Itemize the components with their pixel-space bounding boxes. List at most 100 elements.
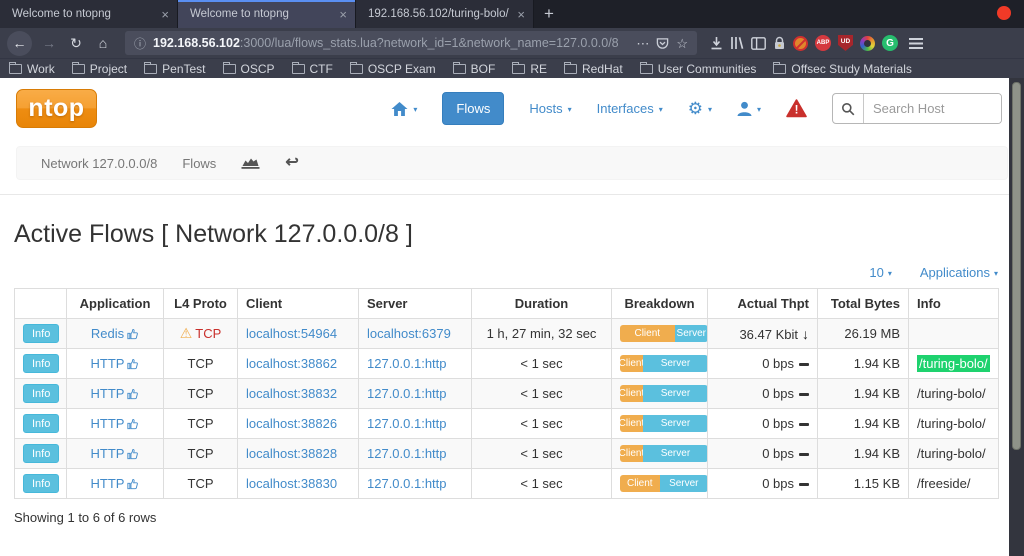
duration: < 1 sec xyxy=(472,469,612,499)
bookmarks-bar: Work Project PenTest OSCP CTF OSCP Exam … xyxy=(0,58,1024,78)
client-link[interactable]: localhost:38862 xyxy=(246,356,337,371)
col-info[interactable]: Info xyxy=(909,289,999,319)
flow-info-button[interactable]: Info xyxy=(23,384,59,403)
browser-tab-2-active[interactable]: Welcome to ntopng × xyxy=(178,0,356,28)
bookmark-folder-redhat[interactable]: RedHat xyxy=(564,62,623,76)
bookmark-folder-work[interactable]: Work xyxy=(9,62,55,76)
breadcrumb-network[interactable]: Network 127.0.0.0/8 xyxy=(41,156,157,171)
total-bytes: 26.19 MB xyxy=(818,319,909,349)
client-link[interactable]: localhost:38832 xyxy=(246,386,337,401)
tab-close-icon[interactable]: × xyxy=(339,8,347,21)
adblock-plus-icon[interactable]: ABP xyxy=(815,35,831,51)
application-link[interactable]: HTTP xyxy=(91,446,125,461)
bookmark-folder-project[interactable]: Project xyxy=(72,62,127,76)
bookmark-folder-oscp-exam[interactable]: OSCP Exam xyxy=(350,62,436,76)
nav-home[interactable]: ▾ xyxy=(391,102,417,116)
download-icon[interactable] xyxy=(710,36,723,50)
application-link[interactable]: HTTP xyxy=(91,386,125,401)
alerts-warning-icon[interactable]: ! xyxy=(786,99,807,118)
nav-admin[interactable]: ▾ xyxy=(737,101,761,116)
browser-tab-1[interactable]: Welcome to ntopng × xyxy=(0,0,178,28)
col-duration[interactable]: Duration xyxy=(472,289,612,319)
client-segment: Client xyxy=(620,445,643,462)
application-link[interactable]: HTTP xyxy=(91,476,125,491)
client-link[interactable]: localhost:38830 xyxy=(246,476,337,491)
col-l4-proto[interactable]: L4 Proto xyxy=(164,289,238,319)
thumbs-up-icon xyxy=(127,418,139,430)
server-link[interactable]: 127.0.0.1:http xyxy=(367,356,447,371)
header-divider xyxy=(0,194,1024,195)
lock-extension-icon[interactable] xyxy=(773,36,786,50)
page-title: Active Flows [ Network 127.0.0.0/8 ] xyxy=(14,220,1024,249)
pocket-icon[interactable] xyxy=(656,37,669,50)
page-scrollbar[interactable] xyxy=(1009,78,1024,556)
folder-icon xyxy=(292,64,305,74)
tab-close-icon[interactable]: × xyxy=(161,8,169,21)
col-breakdown[interactable]: Breakdown xyxy=(612,289,708,319)
new-tab-button[interactable]: + xyxy=(534,0,564,28)
nav-settings[interactable]: ⚙▾ xyxy=(688,99,712,119)
server-link[interactable]: 127.0.0.1:http xyxy=(367,416,447,431)
applications-filter-dropdown[interactable]: Applications▾ xyxy=(920,265,998,280)
flow-info-button[interactable]: Info xyxy=(23,474,59,493)
col-total-bytes[interactable]: Total Bytes xyxy=(818,289,909,319)
server-link[interactable]: 127.0.0.1:http xyxy=(367,446,447,461)
bookmark-folder-re[interactable]: RE xyxy=(512,62,547,76)
col-application[interactable]: Application xyxy=(67,289,164,319)
bookmark-folder-user-communities[interactable]: User Communities xyxy=(640,62,757,76)
chart-icon[interactable] xyxy=(241,156,260,170)
bookmark-folder-bof[interactable]: BOF xyxy=(453,62,496,76)
menu-icon[interactable] xyxy=(909,38,923,49)
flow-info-button[interactable]: Info xyxy=(23,324,59,343)
home-button[interactable]: ⌂ xyxy=(93,36,113,50)
proxy-extension-icon[interactable] xyxy=(793,36,808,51)
sidebar-toggle-icon[interactable] xyxy=(751,37,766,50)
chevron-down-icon: ▾ xyxy=(708,105,712,114)
application-link[interactable]: HTTP xyxy=(91,356,125,371)
client-link[interactable]: localhost:38826 xyxy=(246,416,337,431)
tab-close-icon[interactable]: × xyxy=(517,8,525,21)
col-server[interactable]: Server xyxy=(359,289,472,319)
back-arrow-icon[interactable]: ↩ xyxy=(285,155,298,171)
search-input[interactable] xyxy=(864,94,1001,123)
flow-info-button[interactable]: Info xyxy=(23,414,59,433)
bookmark-folder-ctf[interactable]: CTF xyxy=(292,62,333,76)
site-info-icon[interactable]: ⓘ xyxy=(134,35,146,52)
reload-button[interactable]: ↻ xyxy=(66,36,86,50)
flow-info-button[interactable]: Info xyxy=(23,444,59,463)
bookmark-folder-oscp[interactable]: OSCP xyxy=(223,62,275,76)
server-link[interactable]: 127.0.0.1:http xyxy=(367,476,447,491)
flow-info-button[interactable]: Info xyxy=(23,354,59,373)
client-segment: Client xyxy=(620,325,675,342)
nav-flows-button[interactable]: Flows xyxy=(442,92,504,125)
forward-button[interactable]: → xyxy=(39,36,59,50)
colorwheel-extension-icon[interactable] xyxy=(860,36,875,51)
duration: < 1 sec xyxy=(472,439,612,469)
grammarly-extension-icon[interactable]: G xyxy=(882,35,898,51)
client-link[interactable]: localhost:38828 xyxy=(246,446,337,461)
flow-info: /turing-bolo/ xyxy=(909,409,999,439)
browser-tab-3[interactable]: 192.168.56.102/turing-bolo/ × xyxy=(356,0,534,28)
rows-per-page-dropdown[interactable]: 10▾ xyxy=(869,265,891,280)
back-button[interactable]: ← xyxy=(7,31,32,56)
nav-interfaces[interactable]: Interfaces▾ xyxy=(597,101,663,116)
ntop-logo[interactable]: ntop xyxy=(16,89,97,128)
flow-info: /freeside/ xyxy=(909,469,999,499)
server-link[interactable]: 127.0.0.1:http xyxy=(367,386,447,401)
nav-hosts[interactable]: Hosts▾ xyxy=(529,101,571,116)
url-bar[interactable]: ⓘ 192.168.56.102:3000/lua/flows_stats.lu… xyxy=(125,31,697,55)
bookmark-folder-offsec-study[interactable]: Offsec Study Materials xyxy=(773,62,912,76)
server-link[interactable]: localhost:6379 xyxy=(367,326,451,341)
application-link[interactable]: Redis xyxy=(91,326,124,341)
col-actual-thpt[interactable]: Actual Thpt xyxy=(708,289,818,319)
scrollbar-thumb[interactable] xyxy=(1012,82,1021,450)
bookmark-folder-pentest[interactable]: PenTest xyxy=(144,62,205,76)
breakdown-bar: ClientServer xyxy=(620,325,708,342)
page-actions-icon[interactable]: ⋯ xyxy=(636,37,649,50)
client-link[interactable]: localhost:54964 xyxy=(246,326,337,341)
col-client[interactable]: Client xyxy=(238,289,359,319)
library-icon[interactable] xyxy=(730,36,744,50)
ublock-extension-icon[interactable]: UD xyxy=(838,35,853,51)
bookmark-star-icon[interactable]: ☆ xyxy=(676,37,688,50)
application-link[interactable]: HTTP xyxy=(91,416,125,431)
